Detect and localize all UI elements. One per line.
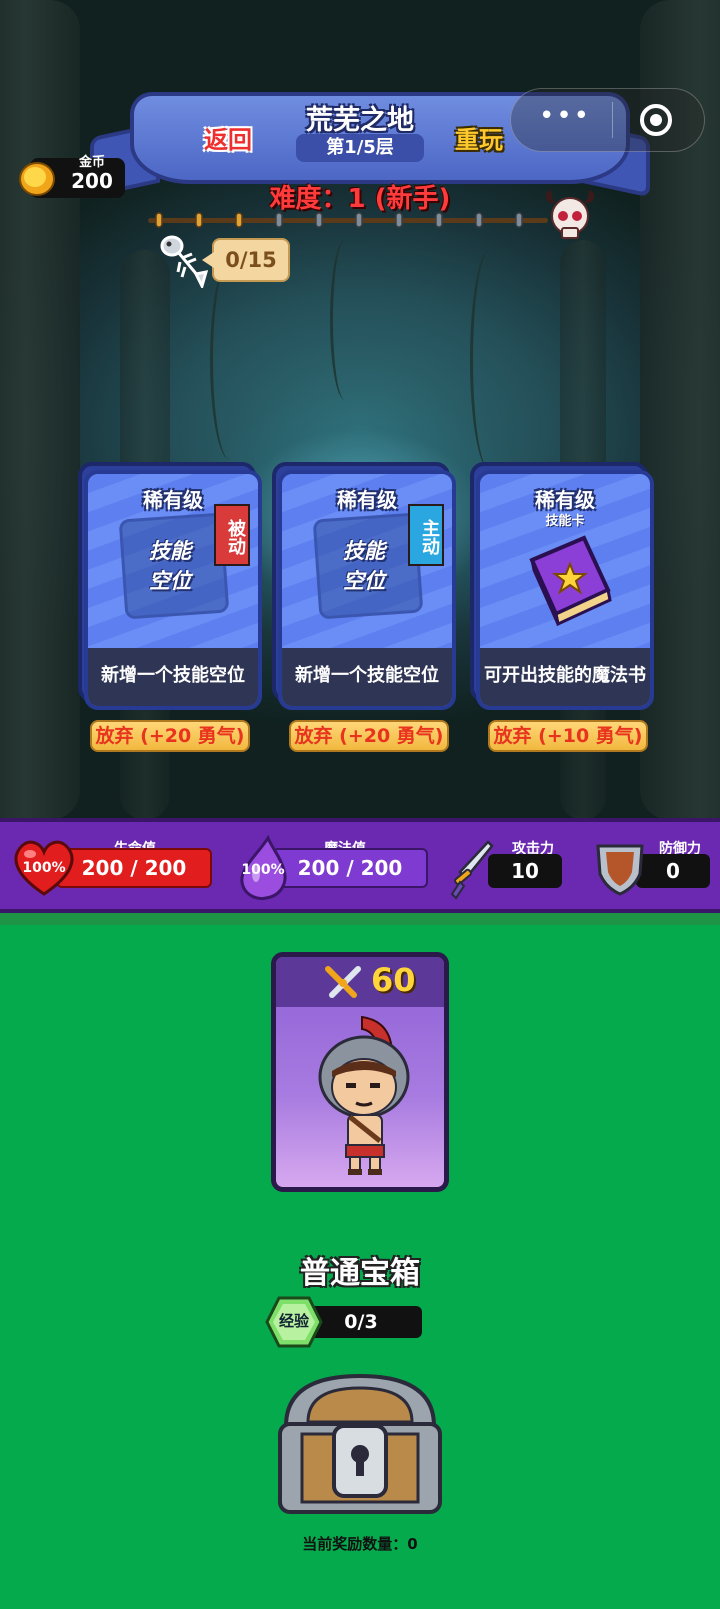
back-button[interactable]: 返回	[204, 120, 252, 155]
sword-icon	[450, 840, 494, 900]
fish-progress-bubble: 0/15	[202, 238, 290, 282]
level-title: 荒芜之地	[306, 105, 414, 136]
exp-label: 经验	[278, 1312, 309, 1330]
card-face[interactable]: 稀有级 技能 空位 主动 新增一个技能空位	[278, 470, 456, 710]
shield-icon	[596, 844, 644, 896]
slot-text-line1: 技能	[149, 539, 191, 563]
chest-title: 普通宝箱	[300, 1256, 420, 1291]
progress-nodes	[155, 212, 523, 228]
mp-percent: 100%	[241, 862, 285, 878]
hp-value: 200 / 200	[56, 848, 212, 888]
discard-button-1[interactable]: 放弃 (+20 勇气)	[90, 720, 250, 752]
card-face[interactable]: 稀有级 技能 空位 被动 新增一个技能空位	[84, 470, 262, 710]
skill-book-card[interactable]: 稀有级 技能卡 可开出技能的魔法书	[470, 462, 660, 716]
card-face[interactable]: 稀有级 技能卡 可开出技能的魔法书	[476, 470, 654, 710]
coin-value: 200	[71, 169, 113, 193]
capsule-divider	[612, 102, 613, 138]
mp-value: 200 / 200	[272, 848, 428, 888]
skill-card-passive[interactable]: 稀有级 技能 空位 被动 新增一个技能空位	[78, 462, 268, 716]
stats-bar-shadow	[0, 913, 720, 925]
coin-label: 金币	[78, 155, 105, 170]
slot-text-line1: 技能	[343, 539, 385, 563]
attack-value: 10	[488, 854, 562, 888]
spartan-warrior-avatar	[318, 1015, 410, 1175]
close-target-icon[interactable]	[638, 102, 674, 138]
slot-text-line2: 空位	[149, 569, 191, 593]
card-description: 新增一个技能空位	[282, 648, 452, 706]
floor-indicator: 第1/5层	[296, 134, 424, 162]
slot-text-line2: 空位	[343, 569, 385, 593]
defense-value: 0	[636, 854, 710, 888]
fishbone-icon	[160, 235, 208, 288]
card-rarity: 稀有级	[535, 488, 595, 512]
discard-button-2[interactable]: 放弃 (+20 勇气)	[289, 720, 449, 752]
discard-button-3[interactable]: 放弃 (+10 勇气)	[488, 720, 648, 752]
active-tag: 主动	[408, 504, 444, 566]
boss-skull-icon	[545, 190, 595, 239]
passive-tag: 被动	[214, 504, 250, 566]
skill-card-active[interactable]: 稀有级 技能 空位 主动 新增一个技能空位	[272, 462, 462, 716]
replay-button[interactable]: 重玩	[455, 120, 503, 155]
hero-power-value: 60	[371, 961, 416, 999]
treasure-chest-icon[interactable]	[268, 1366, 452, 1524]
card-subtitle: 技能卡	[545, 514, 585, 529]
hero-card[interactable]: 60	[271, 952, 449, 1192]
hp-percent: 100%	[22, 860, 66, 876]
more-options-button[interactable]: •••	[535, 103, 595, 134]
card-description: 新增一个技能空位	[88, 648, 258, 706]
crossed-swords-icon	[325, 966, 361, 998]
slot-text: 技能 空位	[118, 536, 222, 596]
gold-coin-icon	[19, 162, 55, 196]
card-description: 可开出技能的魔法书	[480, 648, 650, 706]
magic-book-icon	[529, 535, 612, 627]
reward-count: 当前奖励数量：0	[302, 1535, 418, 1553]
slot-text: 技能 空位	[312, 536, 416, 596]
